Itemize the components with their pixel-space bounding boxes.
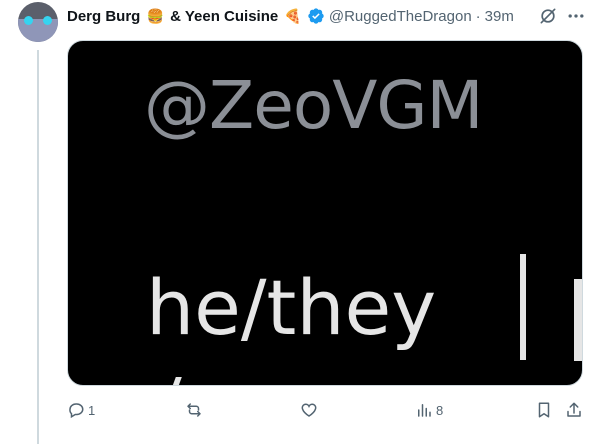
image-text-pronouns: he/they — [146, 263, 437, 352]
time-separator: · — [475, 7, 481, 25]
image-cropped-glyph-bottom — [172, 377, 182, 385]
reply-count: 1 — [88, 402, 96, 418]
avatar[interactable] — [18, 2, 58, 42]
reply-icon — [69, 403, 84, 419]
tweet-image[interactable]: @ZeoVGM he/they — [67, 40, 583, 386]
bookmark-button[interactable] — [535, 398, 553, 422]
tweet-actions: 1 8 — [67, 398, 587, 422]
display-name[interactable]: Derg Burg 🍔 & Yeen Cuisine 🍕 — [67, 8, 304, 25]
display-name-part-2: & Yeen Cuisine — [170, 7, 279, 25]
repost-button[interactable] — [185, 398, 206, 422]
display-name-part-1: Derg Burg — [67, 7, 141, 25]
timestamp[interactable]: 39m — [485, 8, 514, 25]
views-icon — [418, 404, 431, 417]
views-count: 8 — [436, 402, 444, 418]
more-icon[interactable] — [566, 6, 586, 26]
user-handle[interactable]: @RuggedTheDragon — [329, 8, 472, 25]
avatar-eye-right — [43, 16, 52, 25]
image-text-handle: @ZeoVGM — [144, 67, 483, 144]
bookmark-icon — [538, 402, 550, 418]
avatar-eye-left — [24, 16, 33, 25]
views-button[interactable]: 8 — [415, 398, 443, 422]
share-button[interactable] — [565, 398, 583, 422]
burger-emoji: 🍔 — [146, 8, 164, 25]
like-button[interactable] — [300, 398, 321, 422]
like-icon — [301, 403, 317, 417]
share-icon — [567, 402, 581, 417]
verified-badge-icon[interactable] — [307, 7, 325, 25]
thread-line — [37, 50, 39, 444]
image-divider-bar — [520, 254, 526, 360]
pizza-emoji: 🍕 — [284, 8, 302, 25]
tweet-header: Derg Burg 🍔 & Yeen Cuisine 🍕 @RuggedTheD… — [67, 5, 587, 27]
repost-icon — [187, 403, 201, 417]
reply-button[interactable]: 1 — [67, 398, 95, 422]
image-cropped-glyph — [574, 279, 582, 361]
grok-icon[interactable] — [538, 6, 558, 26]
